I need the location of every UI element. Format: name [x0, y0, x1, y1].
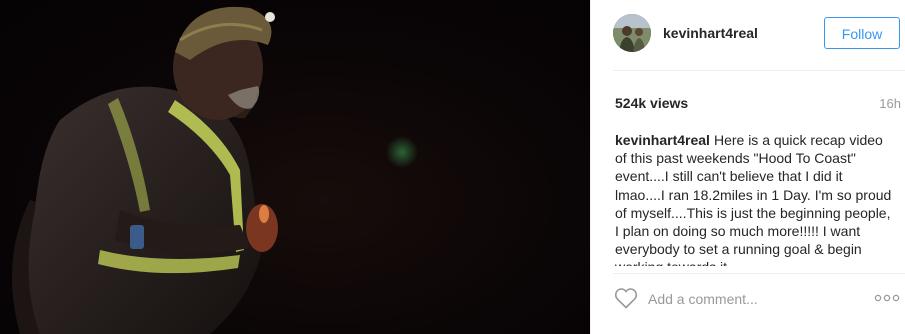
comment-divider — [613, 273, 905, 274]
follow-button[interactable]: Follow — [824, 17, 900, 49]
post-header: kevinhart4real Follow — [591, 0, 905, 68]
profile-avatar[interactable] — [613, 14, 651, 52]
header-divider — [613, 70, 905, 71]
view-count: 524k views — [615, 95, 689, 111]
profile-photo-icon — [613, 14, 651, 52]
instagram-post: kevinhart4real Follow 524k views 16h kev… — [0, 0, 905, 334]
runner-video-frame — [12, 6, 418, 334]
comment-input[interactable] — [648, 289, 838, 309]
heart-outline-icon[interactable] — [614, 287, 638, 309]
more-options-icon[interactable] — [874, 292, 900, 304]
caption-username[interactable]: kevinhart4real — [615, 132, 710, 148]
headlamp — [265, 12, 275, 22]
post-caption: kevinhart4real Here is a quick recap vide… — [615, 131, 895, 266]
wristband — [130, 225, 144, 249]
post-timestamp[interactable]: 16h — [879, 96, 901, 111]
author-username[interactable]: kevinhart4real — [663, 25, 758, 41]
background-light — [386, 136, 418, 168]
caption-text: Here is a quick recap video of this past… — [615, 132, 892, 266]
post-sidebar: kevinhart4real Follow 524k views 16h kev… — [590, 0, 905, 334]
post-video[interactable] — [0, 0, 590, 334]
